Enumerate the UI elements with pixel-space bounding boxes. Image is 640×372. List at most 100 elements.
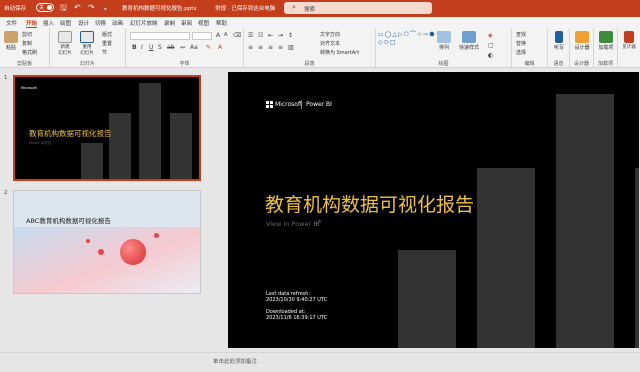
tab-help[interactable]: 帮助 xyxy=(216,19,227,27)
tab-view[interactable]: 视图 xyxy=(198,19,209,27)
align-left-icon[interactable]: ≡ xyxy=(248,44,253,51)
addins-label: 加载项 xyxy=(598,45,614,51)
arrange-button[interactable]: 排列 xyxy=(434,31,454,51)
tab-record[interactable]: 录制 xyxy=(164,19,175,27)
select-button[interactable]: 选择 xyxy=(516,49,526,56)
change-case-icon[interactable]: Aa xyxy=(190,44,198,51)
tab-home[interactable]: 开始 xyxy=(26,19,38,28)
slide-canvas[interactable]: Microsoft Power BI 教育机构数据可视化报告 View in P… xyxy=(228,72,639,348)
search-icon: ⌕ xyxy=(292,3,296,11)
download-value: 2023/11/6 16:39:17 UTC xyxy=(266,315,328,321)
shapes-gallery[interactable]: ▭◯△▷⬠⌒☆⇨⬢{}◇⬭□ xyxy=(378,31,444,47)
bullets-icon[interactable]: ☰ xyxy=(248,32,253,39)
line-spacing-icon[interactable]: ↕ xyxy=(288,32,293,39)
slide-title[interactable]: 教育机构数据可视化报告 xyxy=(265,190,474,217)
chart-bar xyxy=(635,168,639,348)
slide-thumbnails-pane: 1 Microsoft 教育机构数据可视化报告 Power BI报告 2 ABC… xyxy=(0,69,220,352)
smartart-button[interactable]: 转换为 SmartArt xyxy=(320,49,359,56)
strikethrough-icon[interactable]: ab xyxy=(167,44,175,51)
thumb-subtitle: Power BI报告 xyxy=(29,141,52,145)
reset-button[interactable]: 重置 xyxy=(102,40,112,47)
group-paragraph: ☰ ☷ ⇤ ⇥ ↕ ≡ ≡ ≡ ≡ ▥ 文字方向 对齐文本 转换为 SmartA… xyxy=(244,28,376,68)
highlight-icon[interactable]: ✎ xyxy=(206,44,211,51)
save-icon[interactable]: 🖫 xyxy=(60,3,67,12)
shadow-icon[interactable]: S xyxy=(158,44,162,51)
underline-icon[interactable]: U xyxy=(149,44,153,51)
thumbnail-number: 2 xyxy=(4,190,8,196)
tab-slideshow[interactable]: 幻灯片放映 xyxy=(130,19,158,27)
align-right-icon[interactable]: ≡ xyxy=(268,44,273,51)
clear-format-icon[interactable]: ⌫ xyxy=(233,32,241,39)
designer-button[interactable]: 设计器 xyxy=(572,31,592,51)
format-painter-button[interactable]: 格式刷 xyxy=(22,49,37,56)
tab-review[interactable]: 审阅 xyxy=(181,19,192,27)
tab-animations[interactable]: 动画 xyxy=(112,19,123,27)
thumb-title: ABC教育机构数据可视化报告 xyxy=(26,217,111,225)
thumb-dot xyxy=(98,249,104,255)
search-box[interactable]: ⌕ 搜索 xyxy=(284,2,432,14)
save-status[interactable]: 常规 · 已保存到这台电脑 xyxy=(215,4,275,12)
section-button[interactable]: 节 xyxy=(102,49,107,56)
shape-outline-icon[interactable]: ▢ xyxy=(488,42,494,49)
font-color-icon[interactable]: A xyxy=(218,44,222,51)
text-direction-button[interactable]: 文字方向 xyxy=(320,31,340,38)
bold-icon[interactable]: B xyxy=(132,44,137,51)
customize-icon[interactable]: ⌄ xyxy=(102,3,109,12)
external-link-icon[interactable]: ↗ xyxy=(315,218,322,227)
thumb-bar xyxy=(81,143,103,179)
replace-button[interactable]: 替换 xyxy=(516,40,526,47)
group-addins: 加载项 加载项 xyxy=(594,28,618,68)
notes-pane[interactable]: 单击此处添加备注 xyxy=(0,352,640,372)
increase-font-icon[interactable]: A xyxy=(216,32,220,39)
find-button[interactable]: 查找 xyxy=(516,31,526,38)
italic-icon[interactable]: I xyxy=(141,44,143,51)
share-button[interactable]: 见计器 xyxy=(620,31,638,50)
slide-thumbnail-1[interactable]: Microsoft 教育机构数据可视化报告 Power BI报告 xyxy=(13,75,201,181)
char-spacing-icon[interactable]: ↔ xyxy=(180,44,185,51)
tab-file[interactable]: 文件 xyxy=(6,19,17,27)
tab-draw[interactable]: 绘图 xyxy=(60,19,71,27)
addins-group-label: 加载项 xyxy=(597,61,613,67)
paste-button[interactable]: 粘贴 xyxy=(4,31,18,51)
undo-icon[interactable]: ↶ xyxy=(74,3,81,12)
tab-design[interactable]: 设计 xyxy=(78,19,89,27)
reuse-slides-button[interactable]: 重用 幻灯片 xyxy=(78,31,96,56)
tab-transitions[interactable]: 切换 xyxy=(95,19,106,27)
font-name-select[interactable] xyxy=(130,32,190,40)
addins-button[interactable]: 加载项 xyxy=(596,31,616,51)
share-icon xyxy=(624,31,634,43)
editing-group-label: 编辑 xyxy=(524,61,535,67)
thumbnail-number: 1 xyxy=(4,75,8,81)
numbering-icon[interactable]: ☷ xyxy=(258,32,263,39)
brand-name: Microsoft xyxy=(275,101,303,108)
increase-indent-icon[interactable]: ⇥ xyxy=(278,32,283,39)
ribbon: 粘贴 剪切 复制 格式刷 剪贴板 新建 幻灯片 重用 幻灯片 版式 重置 节 幻… xyxy=(0,28,640,68)
tab-insert[interactable]: 插入 xyxy=(43,19,54,27)
paste-label: 粘贴 xyxy=(5,45,16,51)
notes-placeholder: 单击此处添加备注 xyxy=(213,359,258,365)
font-size-select[interactable] xyxy=(192,32,212,40)
decrease-indent-icon[interactable]: ⇤ xyxy=(268,32,273,39)
columns-icon[interactable]: ▥ xyxy=(288,44,294,51)
layout-button[interactable]: 版式 xyxy=(102,31,112,38)
redo-icon[interactable]: ↷ xyxy=(88,3,95,12)
align-text-button[interactable]: 对齐文本 xyxy=(320,40,340,47)
view-in-powerbi-link[interactable]: View in Power BI xyxy=(266,220,320,228)
justify-icon[interactable]: ≡ xyxy=(278,44,283,51)
drawing-group-label: 绘图 xyxy=(438,61,449,67)
copy-button[interactable]: 复制 xyxy=(22,40,32,47)
autosave-toggle[interactable]: 关 xyxy=(36,3,54,12)
quick-styles-button[interactable]: 快速样式 xyxy=(458,31,480,51)
align-center-icon[interactable]: ≡ xyxy=(258,44,263,51)
shape-fill-icon[interactable]: ◈ xyxy=(488,32,493,39)
decrease-font-icon[interactable]: A xyxy=(224,32,227,38)
new-slide-button[interactable]: 新建 幻灯片 xyxy=(56,31,74,56)
group-editing: 查找 替换 选择 编辑 xyxy=(512,28,548,68)
slide-thumbnail-2[interactable]: ABC教育机构数据可视化报告 xyxy=(13,190,201,294)
group-designer: 设计器 设计器 xyxy=(570,28,594,68)
share-label: 见计器 xyxy=(622,45,636,50)
cut-button[interactable]: 剪切 xyxy=(22,31,32,38)
shape-effects-icon[interactable]: ◐ xyxy=(488,52,493,59)
quick-styles-icon xyxy=(462,31,476,43)
dictate-button[interactable]: 听写 xyxy=(551,31,567,51)
